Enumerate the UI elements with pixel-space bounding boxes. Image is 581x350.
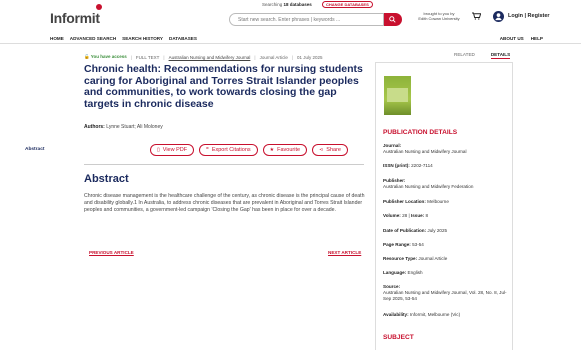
- share-button[interactable]: ⋖ Share: [312, 144, 348, 156]
- article-date: 01 July 2025: [297, 54, 323, 60]
- informit-logo[interactable]: Informit: [50, 10, 100, 26]
- article-title: Chronic health: Recommendations for nurs…: [84, 63, 363, 110]
- panel-tabs: RELATED DETAILS: [454, 52, 511, 59]
- login-register-link[interactable]: Login | Register: [508, 13, 550, 19]
- detail-availability: Availability: Informit, Melbourne (Vic): [383, 312, 461, 317]
- view-pdf-button[interactable]: ▯ View PDF: [150, 144, 195, 156]
- access-badge: 🔓 You have access: [84, 54, 127, 59]
- nav-about-us[interactable]: ABOUT US: [500, 36, 524, 41]
- pdf-icon: ▯: [157, 146, 160, 153]
- nav-advanced-search[interactable]: ADVANCED SEARCH: [70, 36, 116, 41]
- export-citations-button[interactable]: ❞ Export Citations: [199, 144, 258, 156]
- database-count: Searching 18 databases: [262, 2, 312, 7]
- author-names[interactable]: Lynne Stuart; Ali Moloney: [106, 124, 163, 130]
- detail-source: Source: Australian Nursing and Midwifery …: [383, 284, 507, 301]
- divider: [84, 164, 364, 165]
- detail-page-range: Page Range: 53-54: [383, 242, 424, 247]
- quote-icon: ❞: [206, 146, 209, 153]
- detail-journal: Journal: Australian Nursing and Midwifery…: [383, 143, 467, 154]
- detail-volume-issue: Volume: 28 | Issue: 8: [383, 213, 429, 218]
- institution-credit: brought to you by Edith Cowan University: [418, 11, 460, 21]
- detail-date: Date of Publication: July 2025: [383, 228, 448, 233]
- change-databases-button[interactable]: CHANGE DATABASES: [322, 1, 373, 8]
- full-text-label: FULL TEXT: [135, 54, 160, 60]
- detail-language: Language: English: [383, 270, 423, 275]
- previous-article-link[interactable]: PREVIOUS ARTICLE: [89, 250, 134, 255]
- cart-icon[interactable]: [472, 12, 481, 20]
- logo-dot-icon: [96, 4, 102, 10]
- main-nav: HOME ADVANCED SEARCH SEARCH HISTORY DATA…: [0, 34, 581, 44]
- share-icon: ⋖: [319, 146, 324, 153]
- search-icon: [389, 16, 396, 23]
- article-actions: ▯ View PDF ❞ Export Citations ★ Favourite ⋖…: [150, 144, 348, 156]
- detail-issn: ISSN (print): 2202-7114: [383, 163, 433, 168]
- tab-related[interactable]: RELATED: [454, 52, 475, 59]
- journal-cover-image[interactable]: [384, 76, 411, 115]
- star-icon: ★: [269, 146, 275, 153]
- detail-publisher-location: Publisher Location: Melbourne: [383, 199, 449, 204]
- detail-resource-type: Resource Type: Journal Article: [383, 256, 448, 261]
- article-meta: 🔓 You have access | FULL TEXT | Australi…: [84, 54, 323, 60]
- tab-details[interactable]: DETAILS: [490, 52, 511, 59]
- search-input[interactable]: Start new search. Enter phrases | keywor…: [229, 13, 384, 26]
- nav-databases[interactable]: DATABASES: [169, 36, 197, 41]
- favourite-button[interactable]: ★ Favourite: [262, 144, 308, 156]
- nav-search-history[interactable]: SEARCH HISTORY: [122, 36, 163, 41]
- publication-details-heading: PUBLICATION DETAILS: [383, 129, 458, 136]
- nav-help[interactable]: HELP: [531, 36, 543, 41]
- section-nav-abstract[interactable]: Abstract: [25, 147, 44, 152]
- journal-link[interactable]: Australian Nursing and Midwifery Journal: [169, 55, 251, 60]
- site-header: Informit Searching 18 databases CHANGE D…: [0, 0, 581, 34]
- search-button[interactable]: [384, 13, 402, 26]
- authors: Authors: Lynne Stuart; Ali Moloney: [84, 124, 163, 130]
- subject-heading: SUBJECT: [383, 334, 414, 341]
- item-type: Journal Article: [259, 54, 288, 60]
- user-icon[interactable]: [493, 11, 504, 22]
- nav-home[interactable]: HOME: [50, 36, 64, 41]
- next-article-link[interactable]: NEXT ARTICLE: [328, 250, 361, 255]
- detail-publisher: Publisher: Australian Nursing and Midwife…: [383, 178, 474, 189]
- abstract-text: Chronic disease management is the health…: [84, 193, 365, 213]
- abstract-heading: Abstract: [84, 173, 129, 185]
